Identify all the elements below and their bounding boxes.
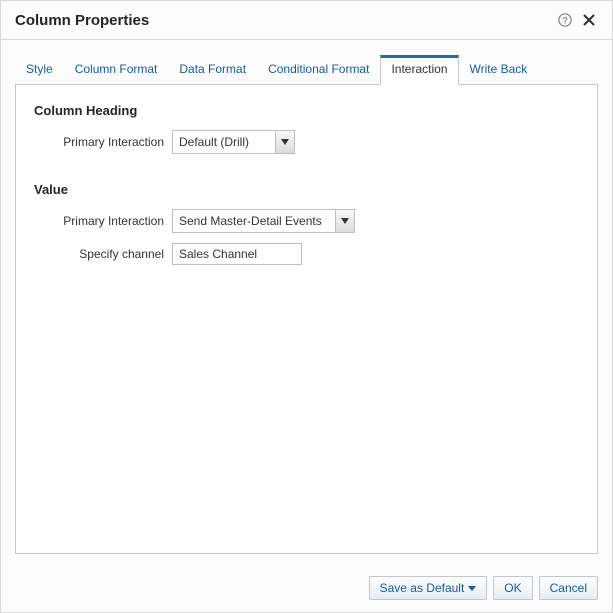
- select-value: Send Master-Detail Events: [173, 210, 335, 232]
- cancel-button[interactable]: Cancel: [539, 576, 598, 600]
- section-title-column-heading: Column Heading: [34, 103, 579, 118]
- tab-panel-interaction: Column Heading Primary Interaction Defau…: [15, 84, 598, 554]
- svg-text:?: ?: [562, 16, 567, 26]
- tab-interaction[interactable]: Interaction: [380, 55, 458, 85]
- chevron-down-icon: [468, 586, 476, 591]
- section-title-value: Value: [34, 182, 579, 197]
- save-as-default-label: Save as Default: [380, 581, 465, 595]
- row-column-heading-primary-interaction: Primary Interaction Default (Drill): [34, 130, 579, 154]
- select-column-heading-primary-interaction[interactable]: Default (Drill): [172, 130, 295, 154]
- row-specify-channel: Specify channel: [34, 243, 579, 265]
- tabs-row: Style Column Format Data Format Conditio…: [1, 40, 612, 84]
- tab-style[interactable]: Style: [15, 55, 64, 85]
- label-value-primary-interaction: Primary Interaction: [34, 214, 172, 228]
- label-specify-channel: Specify channel: [34, 247, 172, 261]
- dialog-title: Column Properties: [15, 12, 550, 29]
- dropdown-button[interactable]: [335, 210, 354, 232]
- column-properties-dialog: Column Properties ? Style Column Format …: [0, 0, 613, 613]
- dialog-titlebar: Column Properties ?: [1, 1, 612, 40]
- save-as-default-button[interactable]: Save as Default: [369, 576, 488, 600]
- tab-write-back[interactable]: Write Back: [459, 55, 539, 85]
- close-icon[interactable]: [580, 11, 598, 29]
- input-specify-channel[interactable]: [172, 243, 302, 265]
- row-value-primary-interaction: Primary Interaction Send Master-Detail E…: [34, 209, 579, 233]
- dropdown-button[interactable]: [275, 131, 294, 153]
- help-icon[interactable]: ?: [556, 11, 574, 29]
- label-column-heading-primary-interaction: Primary Interaction: [34, 135, 172, 149]
- select-value: Default (Drill): [173, 131, 275, 153]
- select-value-primary-interaction[interactable]: Send Master-Detail Events: [172, 209, 355, 233]
- tab-column-format[interactable]: Column Format: [64, 55, 169, 85]
- dialog-footer: Save as Default OK Cancel: [1, 568, 612, 612]
- tab-conditional-format[interactable]: Conditional Format: [257, 55, 380, 85]
- tab-data-format[interactable]: Data Format: [168, 55, 257, 85]
- ok-button[interactable]: OK: [493, 576, 532, 600]
